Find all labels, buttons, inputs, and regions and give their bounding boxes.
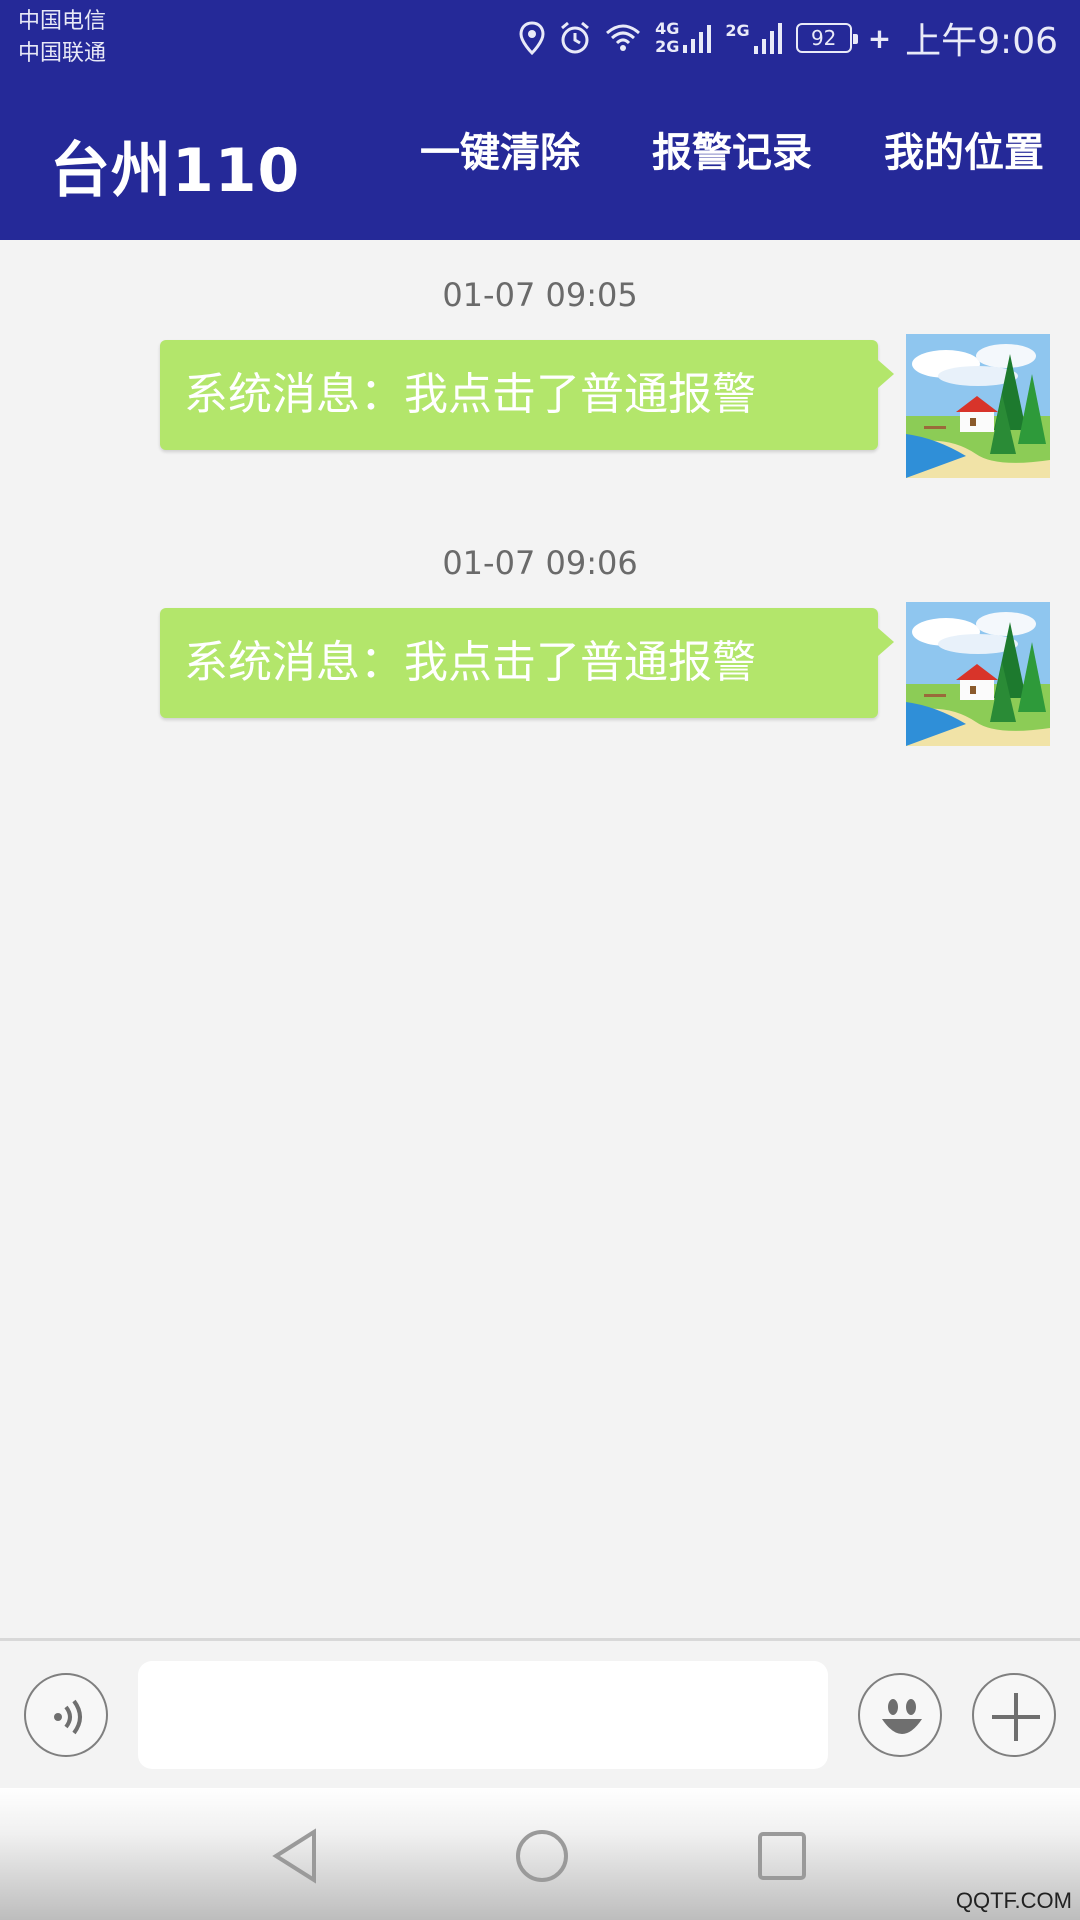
message-input[interactable] [138, 1661, 828, 1769]
clock: 上午9:06 [905, 21, 1058, 62]
status-icons: 4G 2G 2G 92 + 上午9:06 [519, 10, 1058, 66]
carrier-2: 中国联通 [18, 41, 107, 66]
back-icon[interactable] [270, 1826, 320, 1890]
message-time: 01-07 09:05 [442, 276, 638, 314]
app-actions: 一键清除 报警记录 我的位置 [420, 120, 1044, 178]
signal-icon [753, 22, 782, 54]
message-bubble[interactable]: 系统消息：我点击了普通报警 [160, 608, 894, 718]
app-title: 台州110 [50, 136, 301, 206]
location-icon [519, 21, 545, 55]
network-type: 4G 2G [655, 19, 712, 56]
clear-all-button[interactable]: 一键清除 [420, 120, 580, 178]
voice-button[interactable] [24, 1673, 108, 1757]
navigation-bar: QQTF.COM [0, 1788, 1080, 1920]
carrier-labels: 中国电信 中国联通 [18, 6, 106, 70]
network-type-2: 2G [725, 21, 782, 54]
watermark: QQTF.COM [955, 1888, 1072, 1913]
home-icon[interactable] [514, 1826, 570, 1890]
emoji-icon [870, 1685, 934, 1753]
message-time: 01-07 09:06 [442, 544, 638, 582]
signal-icon [683, 23, 712, 53]
avatar[interactable] [906, 334, 1050, 478]
wifi-icon [605, 23, 641, 53]
chat-area[interactable]: 01-07 09:05 系统消息：我点击了普通报警 01-07 09:06 系统… [0, 240, 1080, 1638]
net-2-label: 2G [725, 21, 750, 40]
message-bubble[interactable]: 系统消息：我点击了普通报警 [160, 340, 894, 450]
status-bar: 中国电信 中国联通 4G 2G 2G 92 + 上午9:06 [0, 0, 1080, 80]
emoji-button[interactable] [858, 1673, 942, 1757]
battery-icon: 92 [795, 23, 858, 53]
avatar[interactable] [906, 602, 1050, 746]
recents-icon[interactable] [756, 1826, 808, 1890]
net-top-label: 4G [655, 19, 680, 38]
my-location-button[interactable]: 我的位置 [884, 120, 1044, 178]
charging-icon: + [867, 21, 892, 55]
net-bottom-label: 2G [655, 37, 680, 56]
app-bar: 台州110 一键清除 报警记录 我的位置 [0, 80, 1080, 240]
voice-icon [44, 1693, 92, 1745]
input-bar [0, 1638, 1080, 1788]
battery-level: 92 [810, 26, 837, 50]
plus-icon [988, 1689, 1044, 1749]
top-bar: 中国电信 中国联通 4G 2G 2G 92 + 上午9:06 台州110 一键清… [0, 0, 1080, 240]
alarm-icon [559, 21, 591, 55]
alarm-records-button[interactable]: 报警记录 [652, 120, 812, 178]
carrier-1: 中国电信 [18, 9, 107, 34]
more-button[interactable] [972, 1673, 1056, 1757]
